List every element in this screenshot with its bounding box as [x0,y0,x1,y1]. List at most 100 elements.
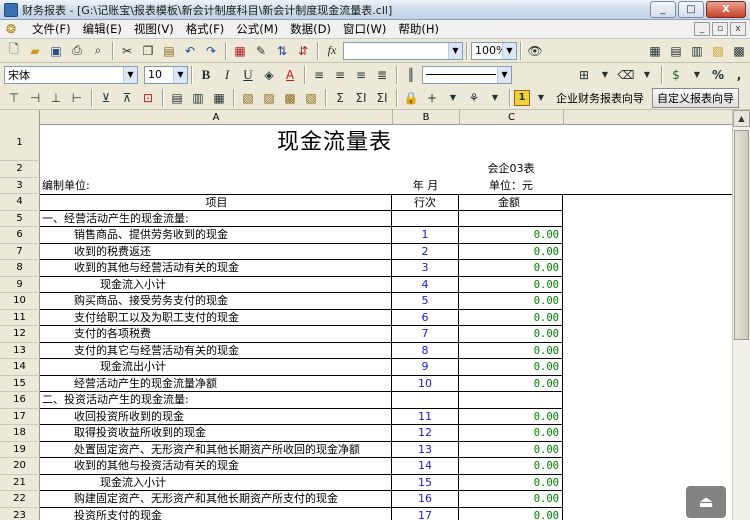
item-cell[interactable]: 支付给职工以及为职工支付的现金 [40,309,392,326]
custom-report-wizard-button[interactable]: 自定义报表向导 [652,87,739,108]
financial-report-wizard-button[interactable]: 企业财务报表向导 [552,88,648,108]
row-header[interactable]: 22 [0,491,40,508]
report-title[interactable]: 现金流量表 [40,125,392,161]
add-icon[interactable]: + [422,88,442,108]
split-icon[interactable]: ⊼ [117,88,137,108]
sort-ascending-icon[interactable]: ⇅ [272,41,292,61]
item-cell[interactable]: 销售商品、提供劳务收到的现金 [40,227,392,244]
bold-button[interactable]: B [196,65,216,85]
doc-close-button[interactable]: x [730,22,746,36]
amount-cell[interactable]: 0.00 [459,441,563,458]
row-header[interactable]: 21 [0,474,40,491]
row-header[interactable]: 20 [0,458,40,475]
header-item[interactable]: 项目 [40,195,392,211]
row-header[interactable]: 6 [0,227,40,244]
cell-protect-icon[interactable]: ⊡ [138,88,158,108]
line-number-cell[interactable]: 1 [392,227,459,244]
minimize-button[interactable]: _ [650,1,676,18]
row-header[interactable]: 11 [0,309,40,326]
select-all-corner[interactable] [0,110,40,125]
border-dropdown-icon[interactable]: ▼ [595,65,615,85]
number-format-dropdown-icon[interactable]: ▼ [687,65,707,85]
item-cell[interactable]: 收到的其他与投资活动有关的现金 [40,458,392,475]
row-header[interactable]: 3 [0,177,40,194]
spreadsheet[interactable]: A B C 1 2 3 4 5 6 7 8 9 10 11 12 13 14 15 16 17 18 19 20 21 2… [0,110,732,520]
number-format-icon[interactable]: $ [666,65,686,85]
layout-view-icon[interactable]: ▩ [729,41,749,61]
row-header[interactable]: 12 [0,326,40,343]
line-number-cell[interactable]: 6 [392,309,459,326]
menu-formula[interactable]: 公式(M) [230,20,284,39]
font-size-select[interactable]: 10 ▼ [144,65,188,84]
row-header[interactable]: 10 [0,293,40,310]
line-number-cell[interactable]: 2 [392,243,459,260]
table-style-1-icon[interactable]: ▤ [167,88,187,108]
print-icon[interactable]: ⎙ [67,41,87,61]
amount-cell[interactable]: 0.00 [459,293,563,310]
compiler-label[interactable]: 编制单位: [40,178,392,195]
lock-icon[interactable]: 🔒 [401,88,421,108]
line-number-cell[interactable]: 16 [392,491,459,508]
amount-cell[interactable]: 0.00 [459,507,563,520]
line-number-cell[interactable]: 14 [392,458,459,475]
line-number-cell[interactable]: 13 [392,441,459,458]
wizard-dropdown-icon[interactable]: ▼ [531,88,551,108]
italic-button[interactable]: I [217,65,237,85]
eraser-dropdown-icon[interactable]: ▼ [637,65,657,85]
font-name-select[interactable]: 宋体 ▼ [4,65,138,84]
item-cell[interactable]: 二、投资活动产生的现金流量: [40,392,392,409]
menu-window[interactable]: 窗口(W) [337,20,392,39]
row-header[interactable]: 5 [0,210,40,227]
sheet-view-icon[interactable]: ▤ [666,41,686,61]
menu-view[interactable]: 视图(V) [128,20,180,39]
header-line[interactable]: 行次 [392,195,459,211]
thousands-button[interactable]: , [729,65,749,85]
barcode-icon[interactable]: ║ [401,65,421,85]
insert-row-icon[interactable]: ⊤ [4,88,24,108]
align-left-icon[interactable]: ≡ [309,65,329,85]
line-number-cell[interactable] [392,392,459,409]
item-cell[interactable]: 支付的各项税费 [40,326,392,343]
doc-minimize-button[interactable]: _ [694,22,710,36]
column-header-c[interactable]: C [460,110,564,125]
line-number-cell[interactable]: 4 [392,276,459,293]
amount-cell[interactable]: 0.00 [459,425,563,442]
row-header[interactable]: 8 [0,260,40,277]
print-preview-icon[interactable]: ⌕ [88,41,108,61]
column-view-icon[interactable]: ▥ [687,41,707,61]
percent-button[interactable]: % [708,65,728,85]
vertical-scrollbar[interactable]: ▲ [732,110,750,520]
line-style-select[interactable]: ▼ [422,65,512,84]
header-amount[interactable]: 金额 [459,195,563,211]
new-icon[interactable]: 🗋 [4,41,24,61]
underline-button[interactable]: U [238,65,258,85]
year-month[interactable]: 年 月 [392,178,459,195]
row-header[interactable]: 18 [0,425,40,442]
usb-overlay-icon[interactable]: ⏏ [686,486,726,518]
amount-cell[interactable]: 0.00 [459,326,563,343]
border-icon[interactable]: ⊞ [574,65,594,85]
line-number-cell[interactable]: 10 [392,375,459,392]
format-brush-icon[interactable]: ✎ [251,41,271,61]
add-dropdown-icon[interactable]: ▼ [443,88,463,108]
row-header[interactable]: 1 [0,125,40,161]
fill-color-icon[interactable]: ◈ [259,65,279,85]
item-cell[interactable]: 收回投资所收到的现金 [40,408,392,425]
grid-view-icon[interactable]: ▦ [645,41,665,61]
column-header-d[interactable] [564,110,732,125]
align-justify-icon[interactable]: ≣ [372,65,392,85]
amount-cell[interactable]: 0.00 [459,309,563,326]
scroll-thumb[interactable] [734,130,749,340]
sum-row-button[interactable]: ΣΙ [351,88,371,108]
report-4-icon[interactable]: ▧ [301,88,321,108]
report-2-icon[interactable]: ▨ [259,88,279,108]
sum-button[interactable]: Σ [330,88,350,108]
table-style-3-icon[interactable]: ▦ [209,88,229,108]
line-number-cell[interactable]: 17 [392,507,459,520]
line-number-cell[interactable]: 11 [392,408,459,425]
row-header[interactable]: 16 [0,392,40,409]
item-cell[interactable]: 购买商品、接受劳务支付的现金 [40,293,392,310]
eraser-icon[interactable]: ⌫ [616,65,636,85]
column-header-b[interactable]: B [393,110,460,125]
amount-cell[interactable]: 0.00 [459,227,563,244]
